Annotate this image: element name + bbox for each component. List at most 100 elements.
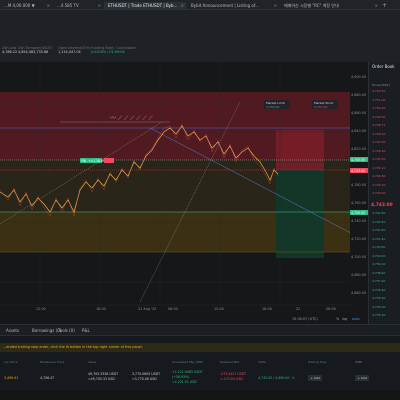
axis-tick-label: 4,740.00 bbox=[351, 219, 366, 223]
order-book-ask-row[interactable]: 4,747.00 bbox=[372, 141, 399, 144]
order-book-bid-row[interactable]: 4,735.20 bbox=[372, 297, 399, 300]
stat-value: 1,114,447.04 bbox=[58, 50, 81, 54]
browser-tab[interactable]: Bybit Announcement | Listing of... × bbox=[187, 2, 279, 9]
add-mmr-button[interactable]: + Add bbox=[355, 375, 369, 381]
tab-label: 매매하신 시장별 "RC" 계정 안내 bbox=[284, 3, 339, 8]
col-trailing-stop: Trailing Stop bbox=[308, 360, 327, 364]
entry-price-tag: 4,745.00 bbox=[351, 158, 365, 162]
browser-tab[interactable]: ...M 4,00.000 ▼ × bbox=[0, 2, 52, 9]
time-tick-label: 12:00 bbox=[214, 307, 224, 311]
order-book-bid-row[interactable]: 4,733.30 bbox=[372, 314, 399, 317]
order-book-bid-row[interactable]: 4,740.00 bbox=[372, 254, 399, 258]
order-book-bid-row[interactable]: 4,736.40 bbox=[372, 288, 399, 292]
order-book-ask-row[interactable]: 4,751.00 bbox=[372, 98, 399, 102]
order-book-column-header: Price(USDT) bbox=[372, 83, 390, 87]
new-tab-icon[interactable]: + bbox=[382, 2, 387, 9]
stat-value: 4,786.22 bbox=[2, 50, 18, 54]
tp-price-tag: 4,700.00 bbox=[351, 211, 365, 215]
order-book-ask-row[interactable]: 4,752.50 bbox=[372, 90, 399, 93]
order-book-ask-row[interactable]: 4,743.90 bbox=[372, 192, 399, 195]
time-tick-label: 18:00 bbox=[96, 307, 106, 311]
order-book-ask-row[interactable]: 4,749.90 bbox=[372, 115, 399, 119]
order-book-title[interactable]: Order Book bbox=[372, 64, 395, 69]
order-book-ask-row[interactable]: 4,744.20 bbox=[372, 183, 399, 187]
order-book-ask-row[interactable]: 4,748.20 bbox=[372, 132, 399, 136]
col-unrealized: Unrealized P&L (ROI) bbox=[172, 360, 204, 364]
order-book-ask-row[interactable]: 4,746.40 bbox=[372, 149, 399, 153]
footer-bar bbox=[0, 390, 400, 400]
col-breakeven: Breakeven Price bbox=[40, 360, 65, 364]
scale-log-toggle[interactable]: log bbox=[342, 317, 347, 321]
close-icon[interactable]: × bbox=[47, 2, 50, 9]
unrealized-pnl-usd: ≈2,221.91 USD bbox=[172, 380, 197, 384]
risk-box bbox=[276, 130, 324, 170]
order-book-bid-row[interactable]: 4,742.80 bbox=[372, 212, 399, 215]
order-book-bid-row[interactable]: 4,742.40 bbox=[372, 220, 399, 224]
col-value: Value bbox=[88, 360, 97, 364]
entry-tag[interactable]: PNL +4,138.89 bbox=[81, 159, 105, 163]
tab-borrowings[interactable]: Borrowings (0) bbox=[32, 328, 61, 333]
scale-auto-toggle[interactable]: auto bbox=[352, 317, 360, 321]
order-book-ask-row[interactable]: 4,750.80 bbox=[372, 107, 399, 110]
col-tpsl: TP/SL bbox=[258, 360, 267, 364]
unrealized-pnl: +2,221.9083 USDT bbox=[172, 370, 203, 374]
chart-svg[interactable]: 〰 ⟋ ⟋ ⟋ ⟋ ⟋ ⟋ PNL +4,138.89 Market Limit… bbox=[0, 62, 368, 324]
axis-tick-label: 4,680.00 bbox=[351, 273, 366, 277]
browser-tab[interactable]: 매매하신 시장별 "RC" 계정 안내 × bbox=[280, 2, 380, 9]
close-icon[interactable]: × bbox=[181, 2, 184, 9]
browser-tab[interactable]: ...4.585 TV × bbox=[53, 2, 103, 9]
tab-assets[interactable]: Assets bbox=[6, 328, 19, 333]
tab-pnl[interactable]: P&L bbox=[82, 328, 90, 333]
axis-tick-label: 4,660.00 bbox=[351, 291, 366, 295]
realized-pnl: -273.0427 USDT bbox=[220, 372, 247, 376]
order-book-ask-row[interactable]: 4,745.10 bbox=[372, 166, 399, 170]
positions-header: Liq. Price Breakeven Price Value Unreali… bbox=[0, 358, 400, 366]
order-book-bid-row[interactable]: 4,741.20 bbox=[372, 237, 399, 241]
stat-24h-low: 24h Low 4,786.22 bbox=[2, 46, 17, 54]
col-realized: Realized P&L bbox=[220, 360, 240, 364]
position-row[interactable]: 3,499.91 4,706.47 49,705.3338 USDT ≈49,7… bbox=[0, 370, 400, 386]
close-icon[interactable]: × bbox=[274, 2, 277, 9]
axis-tick-label: 4,780.00 bbox=[351, 183, 366, 187]
time-axis[interactable]: 12:00 18:00 21 Aug '25 06:00 12:00 18:00… bbox=[36, 307, 336, 311]
tp-value: 4,743.00 bbox=[266, 105, 279, 109]
close-icon[interactable]: × bbox=[375, 2, 378, 9]
axis-tick-label: 4,840.00 bbox=[351, 129, 366, 133]
price-axis-bg bbox=[350, 62, 368, 324]
order-book-ask-row[interactable]: 4,745.50 bbox=[372, 158, 399, 161]
edit-icon[interactable]: ✎ bbox=[292, 376, 295, 380]
chart-clock: 15:35:07 (UTC) bbox=[292, 317, 318, 321]
order-book-bid-row[interactable]: 4,738.60 bbox=[372, 271, 399, 275]
tpsl-value[interactable]: 4,745.00 / 4,690.00 bbox=[258, 376, 290, 380]
order-book-mid-price: 4,743.00 bbox=[371, 203, 393, 208]
price-chart[interactable]: 〰 ⟋ ⟋ ⟋ ⟋ ⟋ ⟋ PNL +4,138.89 Market Limit… bbox=[0, 62, 368, 324]
position-margin-usd: ≈3,770.06 USD bbox=[132, 377, 157, 381]
order-book-bid-row[interactable]: 4,734.00 bbox=[372, 305, 399, 309]
order-book-ask-row[interactable]: 4,748.71 bbox=[372, 124, 399, 127]
tab-label: ETHUSDT | Trade ETHUSDT | Byb... bbox=[108, 3, 178, 8]
tab-tools[interactable]: Tools (0) bbox=[58, 328, 75, 333]
browser-tab-active[interactable]: ETHUSDT | Trade ETHUSDT | Byb... × bbox=[104, 2, 186, 9]
order-book-bid-row[interactable]: 4,737.90 bbox=[372, 280, 399, 283]
stat-open-interest: Open Interest(ETH) 1,114,447.04 bbox=[58, 46, 91, 54]
scale-percent-toggle[interactable]: % bbox=[336, 317, 340, 321]
close-icon[interactable]: × bbox=[98, 2, 101, 9]
time-tick-label: 06:00 bbox=[326, 307, 336, 311]
close-position-tag[interactable] bbox=[104, 158, 114, 163]
stat-funding-rate: Funding Rate / Countdown 0.0100% / 01:59… bbox=[91, 46, 136, 54]
tab-label: Bybit Announcement | Listing of... bbox=[191, 3, 259, 8]
axis-tick-label: 4,700.00 bbox=[351, 255, 366, 259]
axis-tick-label: 4,880.00 bbox=[351, 93, 366, 97]
order-book: Order Book Price(USDT) 4,752.50 4,751.00 4… bbox=[368, 62, 400, 324]
add-trailing-stop-button[interactable]: + Add bbox=[308, 375, 322, 381]
realized-pnl-usd: ≈-273.04 USD bbox=[220, 377, 243, 381]
axis-tick-label: 4,720.00 bbox=[351, 237, 366, 241]
col-liq-price: Liq. Price bbox=[4, 360, 18, 364]
time-tick-label: 21 Aug '25 bbox=[138, 307, 156, 311]
order-book-bid-row[interactable]: 4,739.10 bbox=[372, 263, 399, 266]
order-book-bid-row[interactable]: 4,741.90 bbox=[372, 229, 399, 232]
order-book-ask-row[interactable]: 4,744.80 bbox=[372, 175, 399, 178]
order-book-bid-row[interactable]: 4,740.80 bbox=[372, 246, 399, 249]
stat-24h-turnover: 24h Turnover(USDT) 4,854,483,735.86 bbox=[18, 46, 52, 54]
current-price-tag: 4,743.00 bbox=[351, 169, 365, 173]
